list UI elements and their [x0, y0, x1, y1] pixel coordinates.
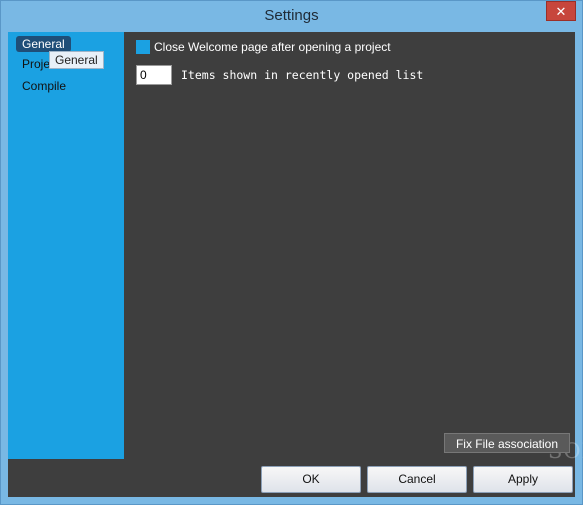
- close-welcome-label: Close Welcome page after opening a proje…: [154, 40, 391, 54]
- close-welcome-checkbox[interactable]: [136, 40, 150, 54]
- general-settings-panel: Close Welcome page after opening a proje…: [124, 32, 583, 463]
- settings-window: Settings ✕ General Proje Compile General…: [0, 0, 583, 505]
- settings-client-area: General Proje Compile General Close Welc…: [8, 32, 583, 497]
- recent-items-input[interactable]: [136, 65, 172, 85]
- cancel-button[interactable]: Cancel: [367, 466, 467, 493]
- ok-button[interactable]: OK: [261, 466, 361, 493]
- fix-file-association-button[interactable]: Fix File association: [444, 433, 570, 453]
- recent-items-option: Items shown in recently opened list: [136, 65, 423, 85]
- apply-button[interactable]: Apply: [473, 466, 573, 493]
- close-button[interactable]: ✕: [546, 1, 576, 21]
- close-welcome-option[interactable]: Close Welcome page after opening a proje…: [136, 40, 391, 54]
- recent-items-label: Items shown in recently opened list: [181, 68, 424, 82]
- sidebar-item-compile[interactable]: Compile: [16, 78, 72, 94]
- title-bar[interactable]: Settings ✕: [1, 1, 582, 32]
- close-icon: ✕: [555, 4, 567, 19]
- settings-sidebar: General Proje Compile General: [8, 32, 124, 459]
- sidebar-item-general[interactable]: General: [16, 36, 71, 52]
- sidebar-tooltip: General: [49, 51, 104, 69]
- window-title: Settings: [264, 7, 319, 24]
